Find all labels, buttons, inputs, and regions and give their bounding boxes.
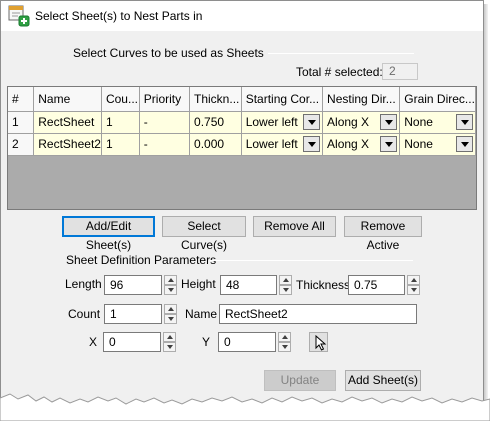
col-header-num[interactable]: #: [8, 87, 35, 112]
cell-thickness[interactable]: 0.000: [189, 133, 242, 156]
sheet-params-group-label: Sheet Definition Parameters: [66, 253, 217, 267]
starting-corner-value: Lower left: [245, 115, 298, 129]
cell-name[interactable]: RectSheet2: [33, 133, 102, 156]
total-selected-label: Total # selected:: [296, 65, 383, 79]
grain-direction-value: None: [404, 115, 433, 129]
cell-starting-corner[interactable]: Lower left: [241, 111, 324, 134]
cell-grain-direction[interactable]: None: [399, 133, 476, 156]
grid-header-row: # Name Cou... Priority Thickn... Startin…: [8, 87, 476, 112]
remove-active-button[interactable]: Remove Active: [344, 216, 422, 252]
col-header-thickness[interactable]: Thickn...: [189, 87, 242, 112]
row-number: 2: [8, 133, 35, 156]
spin-up-icon[interactable]: [278, 332, 291, 342]
dropdown-arrow-icon[interactable]: [303, 136, 321, 152]
spin-up-icon[interactable]: [164, 304, 177, 314]
window-shadow: [484, 4, 488, 404]
col-header-name[interactable]: Name: [33, 87, 102, 112]
torn-edge: [0, 393, 490, 421]
pick-point-button[interactable]: [309, 332, 328, 352]
cell-priority[interactable]: -: [139, 111, 191, 134]
count-spinner[interactable]: [164, 304, 177, 324]
cell-priority[interactable]: -: [139, 133, 191, 156]
remove-all-button[interactable]: Remove All: [253, 216, 336, 237]
row-number: 1: [8, 111, 35, 134]
add-sheets-button[interactable]: Add Sheet(s): [345, 370, 421, 391]
params-separator: [210, 260, 413, 261]
col-header-starting-corner[interactable]: Starting Cor...: [241, 87, 324, 112]
curves-separator: [268, 53, 414, 54]
cell-nesting-direction[interactable]: Along X: [322, 133, 401, 156]
table-row[interactable]: 2 RectSheet2 1 - 0.000 Lower left Along …: [8, 133, 476, 156]
spin-down-icon[interactable]: [164, 314, 177, 324]
spin-up-icon[interactable]: [407, 275, 420, 285]
count-label: Count: [68, 307, 101, 321]
name-label: Name: [185, 307, 218, 321]
y-spinner[interactable]: [278, 332, 291, 352]
count-field[interactable]: 1: [104, 304, 162, 324]
dropdown-arrow-icon[interactable]: [456, 114, 473, 130]
select-curves-button[interactable]: Select Curve(s): [162, 216, 246, 252]
dropdown-arrow-icon[interactable]: [303, 114, 321, 130]
grain-direction-value: None: [404, 137, 433, 151]
cell-thickness[interactable]: 0.750: [189, 111, 242, 134]
spin-up-icon[interactable]: [164, 275, 177, 285]
add-edit-sheets-button[interactable]: Add/Edit Sheet(s): [62, 216, 155, 252]
spin-down-icon[interactable]: [278, 342, 291, 352]
thickness-label: Thickness: [296, 278, 351, 292]
col-header-grain-direction[interactable]: Grain Direc...: [399, 87, 476, 112]
cell-starting-corner[interactable]: Lower left: [241, 133, 324, 156]
cell-nesting-direction[interactable]: Along X: [322, 111, 401, 134]
col-header-priority[interactable]: Priority: [139, 87, 191, 112]
thickness-spinner[interactable]: [407, 275, 420, 295]
dropdown-arrow-icon[interactable]: [456, 136, 473, 152]
spin-down-icon[interactable]: [163, 342, 176, 352]
cell-grain-direction[interactable]: None: [399, 111, 476, 134]
sheets-grid[interactable]: # Name Cou... Priority Thickn... Startin…: [7, 86, 477, 210]
y-field[interactable]: 0: [218, 332, 276, 352]
thickness-field[interactable]: 0.75: [348, 275, 405, 295]
spin-down-icon[interactable]: [279, 285, 292, 295]
y-label: Y: [202, 335, 211, 349]
curves-group-label: Select Curves to be used as Sheets: [73, 46, 264, 60]
window-title: Select Sheet(s) to Nest Parts in: [35, 9, 203, 23]
dropdown-arrow-icon[interactable]: [380, 114, 398, 130]
spin-up-icon[interactable]: [163, 332, 176, 342]
col-header-count[interactable]: Cou...: [101, 87, 140, 112]
starting-corner-value: Lower left: [245, 137, 298, 151]
spin-up-icon[interactable]: [279, 275, 292, 285]
x-label: X: [89, 335, 98, 349]
cell-count[interactable]: 1: [101, 133, 140, 156]
col-header-nesting-direction[interactable]: Nesting Dir...: [322, 87, 401, 112]
title-bar: Select Sheet(s) to Nest Parts in: [1, 1, 483, 31]
height-label: Height: [181, 277, 216, 291]
cell-count[interactable]: 1: [101, 111, 140, 134]
x-spinner[interactable]: [163, 332, 176, 352]
name-field[interactable]: RectSheet2: [219, 304, 417, 324]
total-selected-value: 2: [382, 63, 418, 80]
x-field[interactable]: 0: [103, 332, 161, 352]
length-label: Length: [65, 277, 102, 291]
spin-down-icon[interactable]: [164, 285, 177, 295]
nesting-direction-value: Along X: [327, 115, 370, 129]
update-button[interactable]: Update: [264, 370, 336, 391]
table-row[interactable]: 1 RectSheet 1 - 0.750 Lower left Along X…: [8, 111, 476, 134]
nest-sheets-dialog: Select Sheet(s) to Nest Parts in Select …: [0, 0, 484, 421]
length-field[interactable]: 96: [104, 275, 162, 295]
length-spinner[interactable]: [164, 275, 177, 295]
height-spinner[interactable]: [279, 275, 292, 295]
dropdown-arrow-icon[interactable]: [380, 136, 398, 152]
nesting-direction-value: Along X: [327, 137, 370, 151]
spin-down-icon[interactable]: [407, 285, 420, 295]
app-sheet-icon: [8, 5, 30, 27]
height-field[interactable]: 48: [220, 275, 277, 295]
cell-name[interactable]: RectSheet: [33, 111, 102, 134]
mouse-cursor-icon: [315, 334, 327, 354]
